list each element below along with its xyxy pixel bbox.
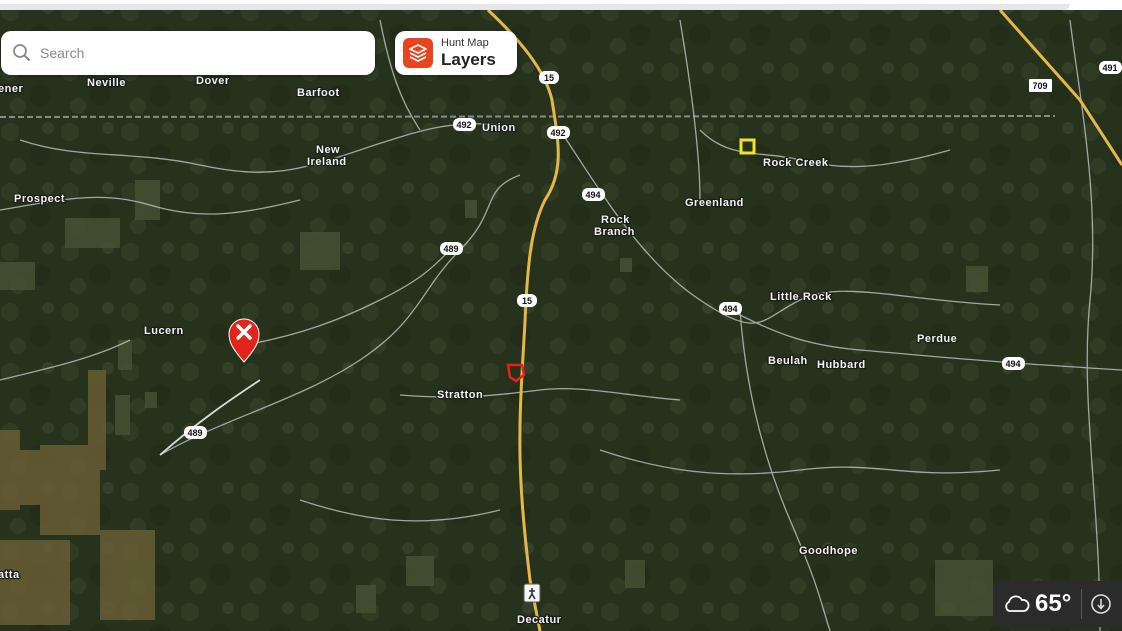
route-shield: 494: [582, 188, 605, 201]
route-shield: 489: [440, 242, 463, 255]
place-label: Barfoot: [297, 87, 340, 99]
place-label: Union: [482, 122, 516, 134]
route-shield: 709: [1029, 79, 1052, 92]
svg-text:15: 15: [522, 296, 532, 306]
layers-title: Layers: [441, 50, 496, 69]
place-label: Rock Creek: [763, 157, 829, 169]
search-icon: [13, 44, 30, 61]
svg-text:709: 709: [1032, 81, 1047, 91]
info-icon[interactable]: [1090, 593, 1112, 615]
divider: [1081, 589, 1083, 619]
layers-icon: [403, 38, 433, 68]
place-label: Perdue: [917, 333, 957, 345]
place-label: New: [316, 144, 340, 156]
svg-text:489: 489: [187, 428, 202, 438]
svg-text:494: 494: [722, 304, 737, 314]
place-label: atta: [0, 569, 20, 581]
satellite-map[interactable]: ener Neville Dover Barfoot New Ireland U…: [0, 10, 1122, 631]
layers-button[interactable]: Hunt Map Layers: [395, 31, 517, 75]
route-shield: 15: [539, 71, 559, 84]
svg-text:15: 15: [544, 73, 554, 83]
place-label: Lucern: [144, 325, 184, 337]
place-label: Decatur: [517, 614, 562, 626]
temperature-value: 65°: [1035, 590, 1072, 617]
search-input[interactable]: Search: [40, 45, 84, 61]
place-label: Greenland: [685, 197, 744, 209]
place-label: Neville: [87, 77, 126, 89]
place-label: Hubbard: [817, 359, 866, 371]
svg-text:494: 494: [1005, 359, 1020, 369]
route-shield: 489: [184, 426, 207, 439]
place-label: ener: [0, 83, 23, 95]
hiker-icon[interactable]: [523, 583, 541, 603]
place-label: Branch: [594, 226, 635, 238]
place-label: Goodhope: [799, 545, 858, 557]
weather-widget[interactable]: 65°: [993, 581, 1122, 627]
svg-text:491: 491: [1102, 63, 1117, 73]
top-bar: [0, 0, 1122, 10]
place-label: Rock: [601, 214, 630, 226]
svg-text:492: 492: [550, 128, 565, 138]
place-label: Little Rock: [770, 291, 832, 303]
route-shield: 492: [453, 118, 476, 131]
svg-text:494: 494: [585, 190, 600, 200]
search-bar[interactable]: Search: [1, 31, 375, 75]
place-label: Dover: [196, 75, 230, 87]
place-label: Ireland: [307, 156, 347, 168]
place-label: Beulah: [768, 355, 808, 367]
route-shield: 491: [1099, 61, 1122, 74]
svg-text:492: 492: [456, 120, 471, 130]
route-shield: 494: [719, 302, 742, 315]
route-shield: 494: [1002, 357, 1025, 370]
place-label: Stratton: [437, 389, 483, 401]
place-label: Prospect: [14, 193, 65, 205]
route-shield: 15: [517, 294, 537, 307]
cloud-icon: [1005, 595, 1030, 612]
svg-text:489: 489: [443, 244, 458, 254]
route-shield: 492: [547, 126, 570, 139]
layers-subtitle: Hunt Map: [441, 37, 489, 49]
